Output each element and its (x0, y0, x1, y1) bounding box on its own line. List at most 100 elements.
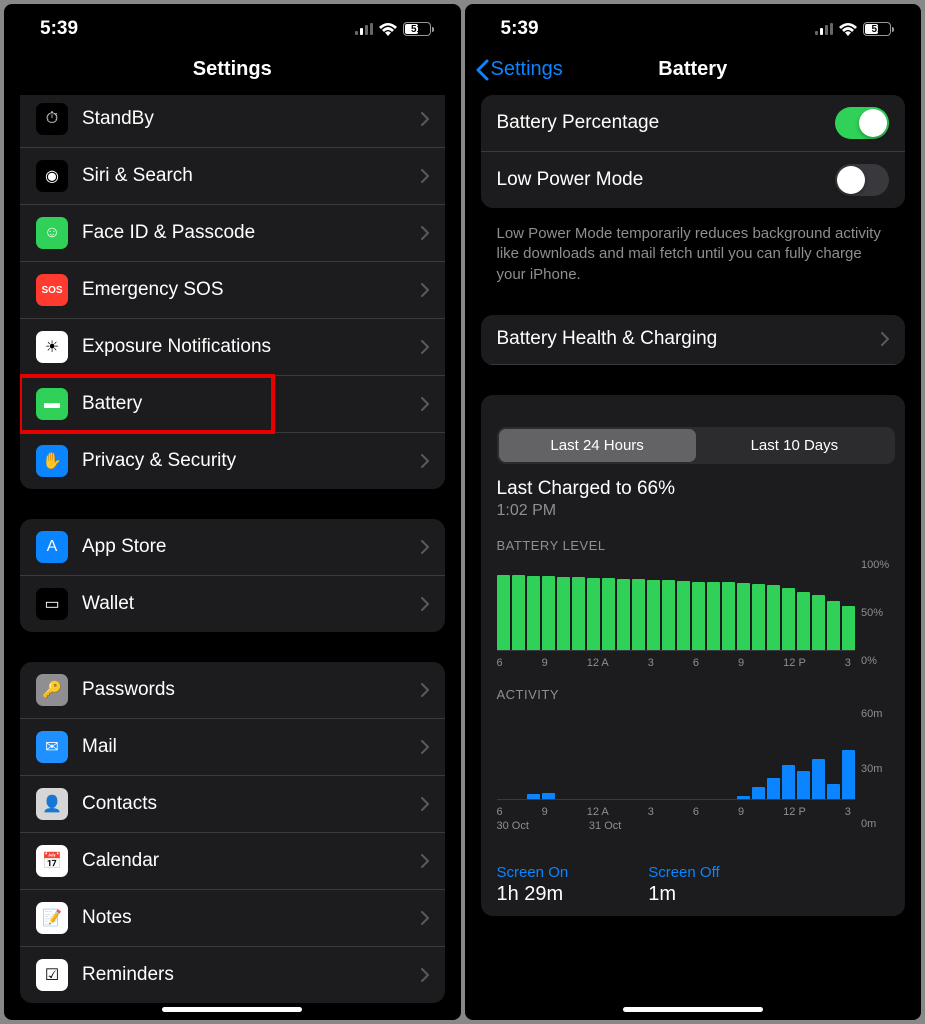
home-indicator[interactable] (162, 1007, 302, 1012)
chart-bar (767, 778, 781, 799)
chart-bar (647, 580, 661, 650)
chart-bar (842, 750, 856, 799)
battery-icon: 51 (403, 22, 431, 36)
contacts-icon: 👤 (36, 788, 68, 820)
chevron-right-icon (421, 597, 429, 611)
status-time: 5:39 (501, 18, 539, 40)
chart-bar (842, 606, 856, 650)
settings-row-contacts[interactable]: 👤 Contacts (20, 776, 445, 833)
status-bar: 5:39 51 (465, 4, 922, 48)
lpm-description: Low Power Mode temporarily reduces backg… (481, 216, 906, 285)
toggle-label: Battery Percentage (497, 112, 836, 134)
chart-bar (827, 601, 841, 650)
calendar-icon: 📅 (36, 845, 68, 877)
chevron-right-icon (881, 332, 889, 346)
row-label: Mail (82, 736, 421, 758)
settings-row-reminders[interactable]: ☑Reminders (20, 947, 445, 1003)
chart-bar (527, 794, 541, 799)
exposure-icon: ☀ (36, 331, 68, 363)
chart-bar (782, 765, 796, 798)
settings-row-privacy[interactable]: ✋ Privacy & Security (20, 433, 445, 489)
home-indicator[interactable] (623, 1007, 763, 1012)
lpm-toggle[interactable] (835, 164, 889, 196)
wifi-icon (379, 23, 397, 36)
screen-off-value: 1m (648, 883, 719, 906)
chevron-right-icon (421, 283, 429, 297)
row-label: Contacts (82, 793, 421, 815)
settings-row-battery[interactable]: ▬ Battery (20, 376, 445, 433)
battery-icon: ▬ (36, 388, 68, 420)
lpm-row: Low Power Mode (481, 152, 906, 208)
settings-row-siri[interactable]: ◉Siri & Search (20, 148, 445, 205)
wifi-icon (839, 23, 857, 36)
chevron-right-icon (421, 797, 429, 811)
chevron-right-icon (421, 854, 429, 868)
segment-1[interactable]: Last 10 Days (696, 429, 893, 462)
chart-bar (827, 784, 841, 799)
settings-row-standby[interactable]: ⏱StandBy (20, 95, 445, 148)
battery-screen: 5:39 51 Settings Battery Battery Percent… (465, 4, 922, 1020)
row-label: Notes (82, 907, 421, 929)
battery-level-chart: 6912 A36912 P3 100%50%0% (497, 559, 896, 669)
battery-content[interactable]: Battery Percentage Low Power Mode Low Pow… (465, 95, 922, 1020)
settings-row-appstore[interactable]: AApp Store (20, 519, 445, 576)
settings-group: ⏱StandBy◉Siri & Search☺Face ID & Passcod… (20, 95, 445, 489)
row-label: Emergency SOS (82, 279, 421, 301)
settings-row-wallet[interactable]: ▭Wallet (20, 576, 445, 632)
faceid-icon: ☺ (36, 217, 68, 249)
page-title: Settings (193, 58, 272, 81)
time-range-segmented[interactable]: Last 24 HoursLast 10 Days (497, 427, 896, 464)
cellular-icon (815, 23, 833, 35)
pct-toggle[interactable] (835, 107, 889, 139)
battery-health-row[interactable]: Battery Health & Charging (481, 315, 906, 365)
chart-bar (572, 577, 586, 650)
status-bar: 5:39 51 (4, 4, 461, 48)
chevron-right-icon (421, 683, 429, 697)
chart-bar (737, 583, 751, 649)
siri-icon: ◉ (36, 160, 68, 192)
battery-level-heading: BATTERY LEVEL (497, 538, 896, 553)
reminders-icon: ☑ (36, 959, 68, 991)
chart-bar (797, 771, 811, 798)
appstore-icon: A (36, 531, 68, 563)
settings-row-notes[interactable]: 📝 Notes (20, 890, 445, 947)
activity-heading: ACTIVITY (497, 687, 896, 702)
screen-on-value: 1h 29m (497, 883, 569, 906)
chevron-right-icon (421, 340, 429, 354)
chart-bar (797, 592, 811, 650)
row-label: StandBy (82, 108, 421, 130)
row-label: Exposure Notifications (82, 336, 421, 358)
settings-screen: 5:39 51 Settings ⏱StandBy◉Siri & Search☺… (4, 4, 461, 1020)
nav-header: Settings Battery (465, 48, 922, 95)
chart-bar (737, 796, 751, 799)
activity-chart: 6912 A36912 P3 30 Oct31 Oct 60m30m0m (497, 708, 896, 832)
sos-icon: SOS (36, 274, 68, 306)
battery-icon: 51 (863, 22, 891, 36)
notes-icon: 📝 (36, 902, 68, 934)
settings-list[interactable]: ⏱StandBy◉Siri & Search☺Face ID & Passcod… (4, 95, 461, 1020)
chart-bar (662, 580, 676, 650)
row-label: Privacy & Security (82, 450, 421, 472)
back-button[interactable]: Settings (475, 58, 563, 81)
settings-row-exposure[interactable]: ☀ Exposure Notifications (20, 319, 445, 376)
chart-bar (767, 585, 781, 650)
status-indicators: 51 (815, 22, 891, 36)
settings-group: 🔑Passwords✉Mail 👤 Contacts 📅Calendar 📝 Notes ☑… (20, 662, 445, 1003)
segment-0[interactable]: Last 24 Hours (499, 429, 696, 462)
row-label: Battery (82, 393, 421, 415)
last-charged-time: 1:02 PM (497, 502, 896, 520)
nav-header: Settings (4, 48, 461, 95)
settings-row-mail[interactable]: ✉Mail (20, 719, 445, 776)
chart-bar (812, 595, 826, 650)
settings-row-calendar[interactable]: 📅Calendar (20, 833, 445, 890)
settings-row-passwords[interactable]: 🔑Passwords (20, 662, 445, 719)
settings-row-sos[interactable]: SOS Emergency SOS (20, 262, 445, 319)
settings-row-faceid[interactable]: ☺Face ID & Passcode (20, 205, 445, 262)
chevron-right-icon (421, 911, 429, 925)
page-title: Battery (658, 58, 727, 81)
chevron-right-icon (421, 968, 429, 982)
settings-group: AApp Store▭Wallet (20, 519, 445, 632)
chevron-right-icon (421, 112, 429, 126)
privacy-icon: ✋ (36, 445, 68, 477)
usage-card: Last 24 HoursLast 10 Days Last Charged t… (481, 395, 906, 916)
